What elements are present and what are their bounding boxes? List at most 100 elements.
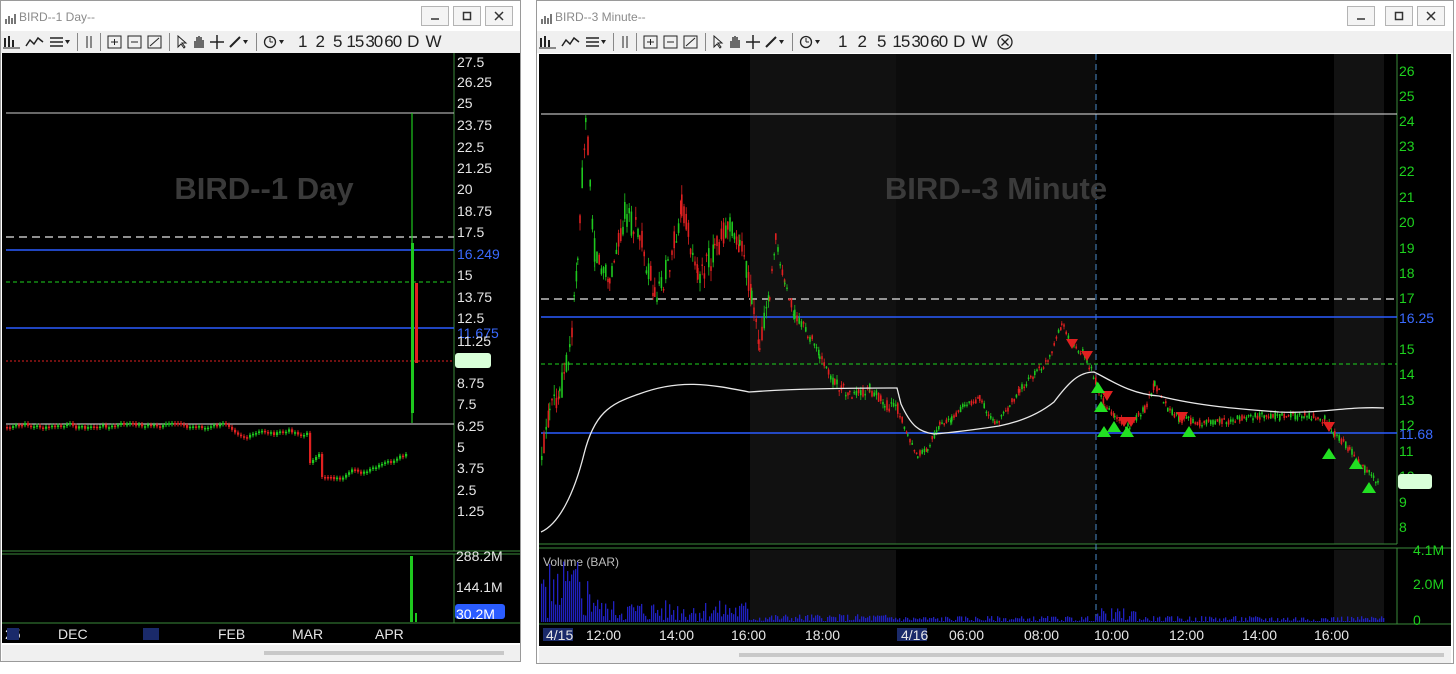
maximize-button[interactable] bbox=[453, 6, 481, 26]
right-chart-area[interactable]: BIRD--3 Minute 26 25 24 23 22 21 20 19 18 17 16.25… bbox=[539, 54, 1451, 646]
right-candle-body bbox=[901, 416, 903, 423]
zoom-in-icon[interactable] bbox=[641, 32, 661, 52]
close-button[interactable] bbox=[1417, 6, 1445, 26]
volume-bar bbox=[1173, 621, 1175, 622]
left-candle-body bbox=[147, 424, 150, 427]
zoom-in-icon[interactable] bbox=[105, 32, 125, 52]
left-candle-body bbox=[270, 432, 273, 434]
right-candle-body bbox=[1065, 331, 1067, 335]
chart-type-icon[interactable] bbox=[1, 32, 23, 52]
right-candle-body bbox=[1377, 481, 1379, 483]
volume-bar bbox=[1017, 618, 1019, 622]
right-scrollbar[interactable] bbox=[539, 647, 1451, 663]
volume-bar bbox=[1093, 621, 1095, 622]
volume-bar bbox=[883, 615, 885, 622]
close-button[interactable] bbox=[485, 6, 513, 26]
hand-icon[interactable] bbox=[726, 32, 744, 52]
minimize-button[interactable] bbox=[421, 6, 449, 26]
left-candle-body bbox=[294, 432, 297, 434]
volume-bar bbox=[1327, 619, 1329, 622]
draw-icon[interactable] bbox=[583, 32, 609, 52]
volume-bar bbox=[1163, 620, 1165, 622]
interval-15[interactable]: 15 bbox=[891, 32, 910, 52]
left-chart-area[interactable]: BIRD--1 Day 27.5 26.25 25 23.75 22.5 21.25 20 1… bbox=[2, 53, 520, 643]
interval-15[interactable]: 15 bbox=[345, 32, 364, 52]
volume-bar bbox=[737, 616, 739, 622]
interval-30[interactable]: 30 bbox=[910, 32, 929, 52]
zoom-out-icon[interactable] bbox=[661, 32, 681, 52]
maximize-button[interactable] bbox=[1385, 6, 1413, 26]
interval-5[interactable]: 5 bbox=[332, 32, 343, 52]
volume-bar bbox=[1293, 618, 1295, 622]
right-candle-body bbox=[1298, 412, 1301, 415]
crosshair-icon[interactable] bbox=[208, 32, 226, 52]
volume-bar bbox=[921, 619, 923, 622]
right-candle-body bbox=[860, 390, 862, 396]
chart-type-icon[interactable] bbox=[537, 32, 559, 52]
left-scroll-thumb[interactable] bbox=[264, 651, 504, 655]
right-candle-body bbox=[913, 449, 916, 452]
right-candle-body bbox=[662, 288, 665, 291]
interval-5[interactable]: 5 bbox=[876, 32, 887, 52]
interval-W[interactable]: W bbox=[970, 32, 988, 52]
left-candle-body bbox=[276, 432, 279, 436]
right-candle-body bbox=[1030, 375, 1032, 378]
cursor-icon[interactable] bbox=[174, 32, 190, 52]
left-candle-body bbox=[60, 425, 63, 427]
right-candle-body bbox=[1283, 413, 1285, 418]
volume-bar bbox=[1191, 620, 1193, 622]
hand-icon[interactable] bbox=[190, 32, 208, 52]
volume-bar bbox=[877, 615, 879, 622]
fit-icon[interactable] bbox=[681, 32, 701, 52]
close-circle-icon[interactable] bbox=[995, 32, 1015, 52]
interval-1[interactable]: 1 bbox=[297, 32, 308, 52]
interval-30[interactable]: 30 bbox=[364, 32, 383, 52]
right-candle-body bbox=[1334, 430, 1336, 437]
fit-icon[interactable] bbox=[145, 32, 165, 52]
cursor-icon[interactable] bbox=[710, 32, 726, 52]
left-titlebar[interactable]: BIRD--1 Day-- bbox=[1, 1, 520, 31]
line-icon[interactable] bbox=[23, 32, 47, 52]
interval-60[interactable]: 60 bbox=[383, 32, 402, 52]
volume-bar bbox=[571, 574, 573, 622]
volume-bar bbox=[1257, 616, 1259, 622]
volume-bar bbox=[599, 609, 601, 622]
right-candle-body bbox=[637, 228, 639, 238]
right-candle-body bbox=[975, 399, 977, 404]
volume-bar bbox=[1237, 621, 1239, 622]
draw-icon[interactable] bbox=[47, 32, 73, 52]
interval-W[interactable]: W bbox=[424, 32, 442, 52]
left-candle-body bbox=[396, 458, 399, 461]
right-time-label-1: 12:00 bbox=[586, 627, 621, 643]
pencil-icon[interactable] bbox=[762, 32, 788, 52]
left-scrollbar[interactable] bbox=[2, 645, 520, 661]
right-candle-body bbox=[1021, 384, 1023, 390]
right-candle-body bbox=[1272, 414, 1274, 418]
interval-2[interactable]: 2 bbox=[314, 32, 325, 52]
right-candle-body bbox=[1079, 352, 1082, 355]
volume-bar bbox=[999, 617, 1001, 622]
interval-D[interactable]: D bbox=[406, 32, 420, 52]
interval-D[interactable]: D bbox=[952, 32, 966, 52]
right-candle-body bbox=[1259, 417, 1261, 420]
volume-bar bbox=[1061, 619, 1063, 622]
volume-bar bbox=[701, 618, 703, 622]
clock-icon[interactable] bbox=[797, 32, 825, 52]
zoom-out-icon[interactable] bbox=[125, 32, 145, 52]
volume-bar bbox=[987, 616, 989, 622]
right-scroll-thumb[interactable] bbox=[739, 653, 1444, 657]
pencil-icon[interactable] bbox=[226, 32, 252, 52]
interval-60[interactable]: 60 bbox=[929, 32, 948, 52]
right-titlebar[interactable]: BIRD--3 Minute-- bbox=[537, 1, 1453, 31]
interval-1[interactable]: 1 bbox=[837, 32, 848, 52]
interval-2[interactable]: 2 bbox=[856, 32, 867, 52]
right-candle-body bbox=[855, 390, 858, 396]
left-candle-body bbox=[165, 423, 168, 426]
right-price-tick-20: 20 bbox=[1399, 214, 1415, 230]
clock-icon[interactable] bbox=[261, 32, 289, 52]
volume-bar bbox=[841, 615, 843, 622]
minimize-button[interactable] bbox=[1347, 6, 1375, 26]
line-icon[interactable] bbox=[559, 32, 583, 52]
volume-bar bbox=[995, 621, 997, 622]
crosshair-icon[interactable] bbox=[744, 32, 762, 52]
